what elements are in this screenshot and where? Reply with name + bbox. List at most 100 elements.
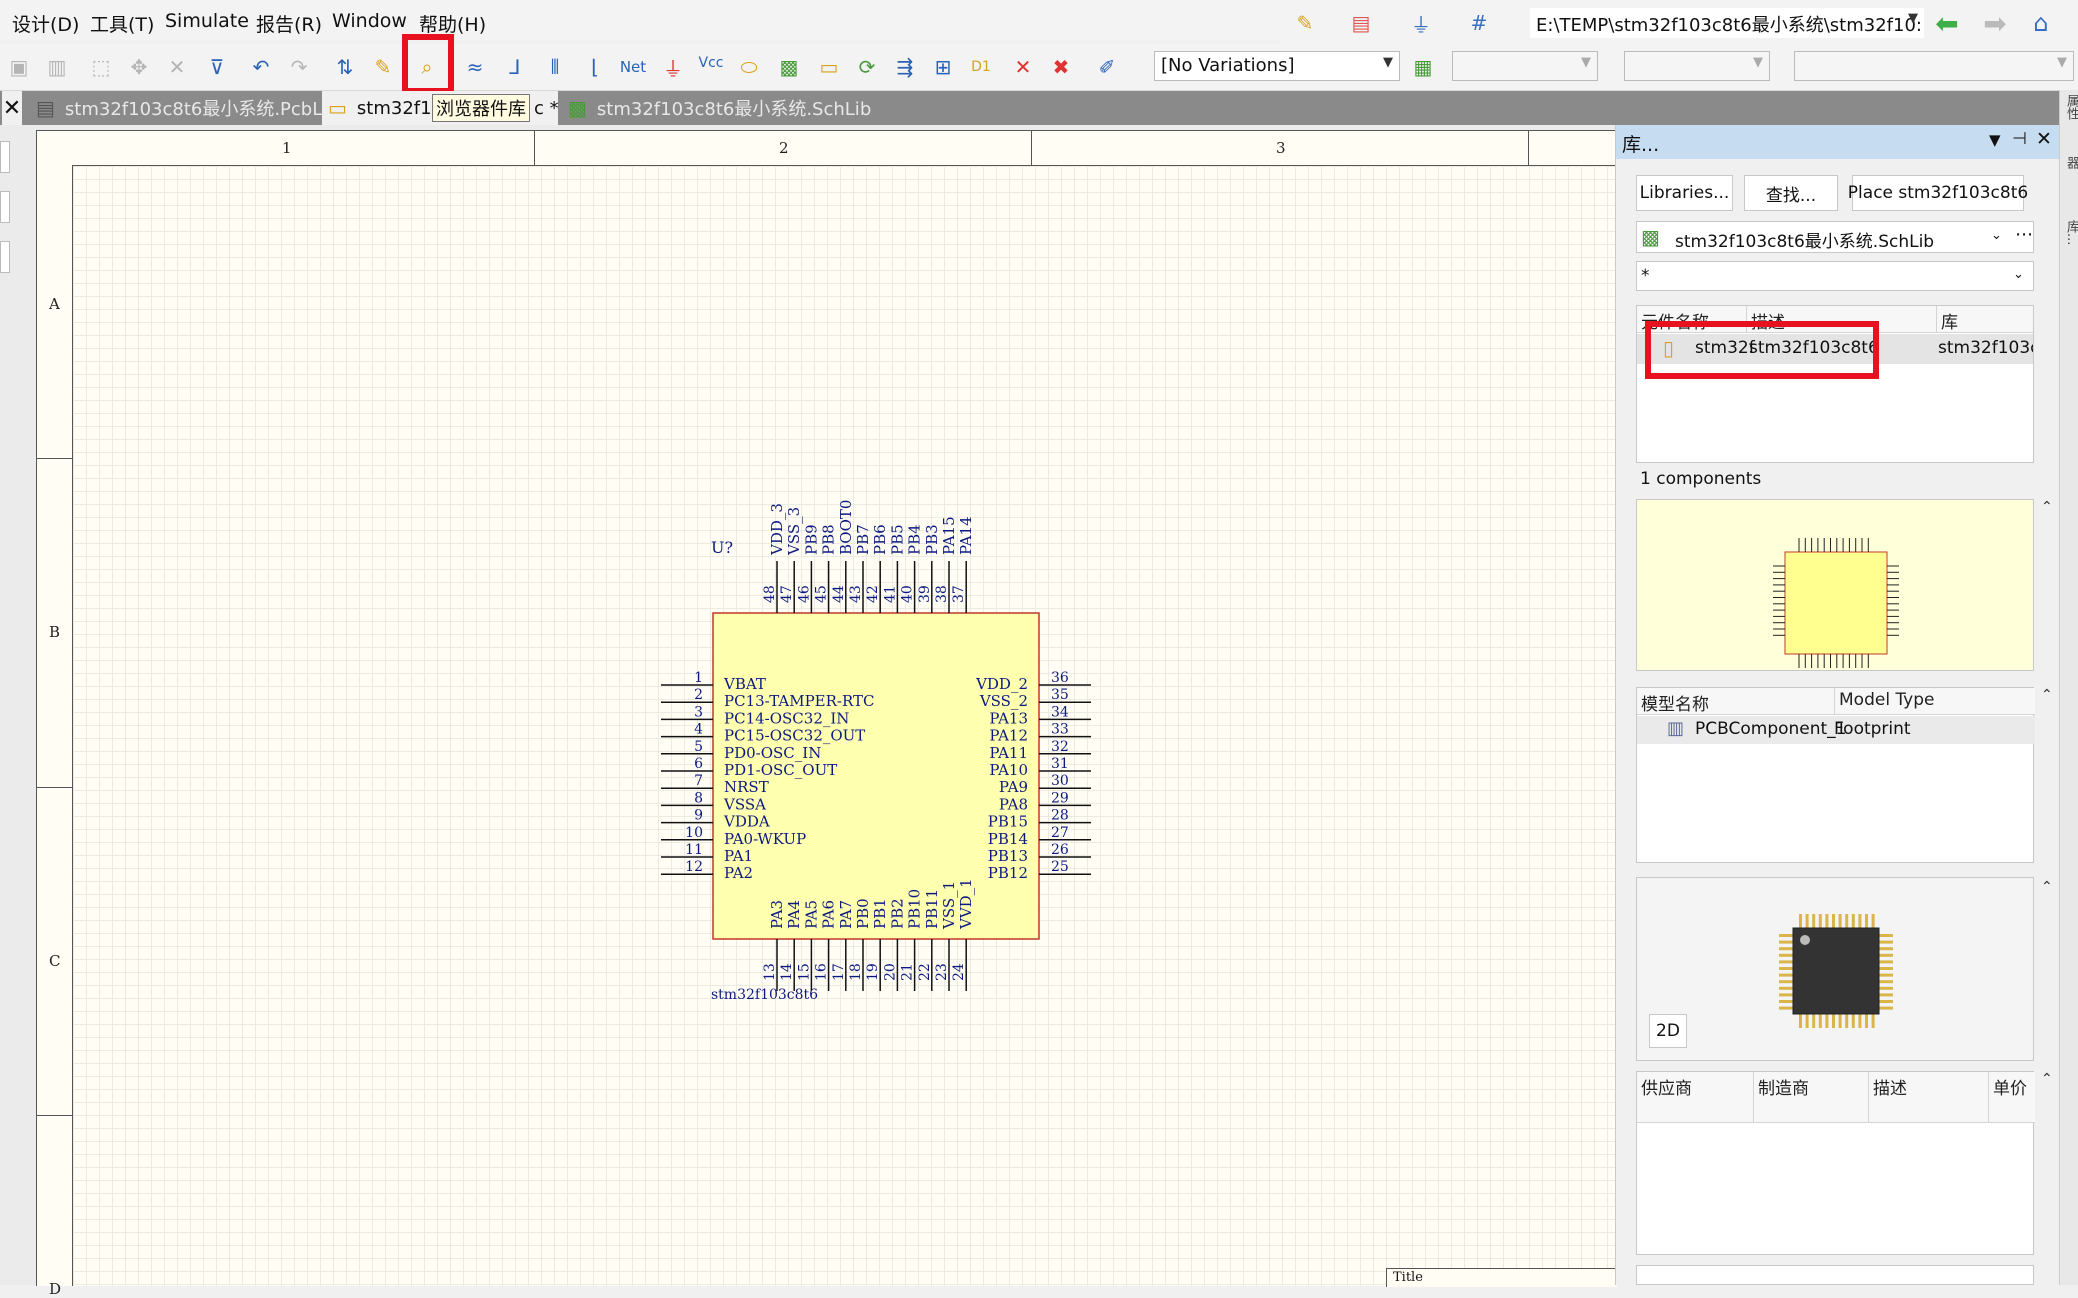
chip-lead — [1851, 1014, 1855, 1028]
vcc-port-icon[interactable]: Vcc — [694, 46, 728, 80]
menu-design[interactable]: 设计(D) — [12, 10, 79, 37]
col-supplier-desc[interactable]: 描述 — [1869, 1072, 1989, 1122]
close-panel-icon[interactable]: ✕ — [2036, 128, 2052, 150]
directive-icon[interactable]: D1 — [964, 50, 998, 84]
device-sheet-icon[interactable]: ⊞ — [926, 50, 960, 84]
drawing-pen-icon[interactable]: ✐ — [1090, 50, 1124, 84]
schematic-sheet[interactable]: 1 2 3 A B C D Title U? stm32f103c8t6 1 VBAT… — [36, 130, 1617, 1298]
col-unit-price[interactable]: 单价 — [1989, 1072, 2035, 1122]
cross-probe-icon[interactable]: ✎ — [366, 50, 400, 84]
sheet-entry-icon[interactable]: ⇶ — [888, 50, 922, 84]
col-manufacturer[interactable]: 制造商 — [1754, 1072, 1869, 1122]
left-tab-stub — [0, 191, 10, 223]
port-icon[interactable]: ⬭ — [732, 50, 766, 84]
pin-name: PA9 — [999, 778, 1028, 796]
col-supplier[interactable]: 供应商 — [1637, 1072, 1754, 1122]
pin-number: 42 — [865, 585, 881, 603]
gnd-port-icon[interactable]: ⏚ — [656, 50, 690, 84]
collapse-icon[interactable]: ⌃ — [2041, 879, 2053, 895]
forward-icon[interactable]: ➡ — [1978, 6, 2012, 40]
pin-number: 38 — [934, 585, 950, 603]
filter-select-2[interactable]: ▼ — [1624, 51, 1770, 81]
align-icon[interactable]: ▤ — [1344, 6, 1378, 40]
col-model-name[interactable]: 模型名称 — [1637, 688, 1835, 715]
clipboard-icon[interactable]: ▥ — [40, 50, 74, 84]
strip-tab-2[interactable]: 器 — [2062, 156, 2078, 169]
sheet-symbol-icon[interactable]: ▭ — [812, 50, 846, 84]
home-icon[interactable]: ⌂ — [2024, 6, 2058, 40]
pin-number: 37 — [951, 585, 967, 603]
menu-simulate[interactable]: Simulate — [165, 10, 249, 32]
chip-lead — [1879, 967, 1893, 970]
col-model-type[interactable]: Model Type — [1835, 688, 2035, 714]
pin-number: 10 — [685, 825, 703, 841]
wire-icon[interactable]: ≈ — [458, 50, 492, 84]
tab-pcblib[interactable]: ▤ stm32f103c8t6最小系统.PcbLib — [36, 91, 339, 125]
col-library[interactable]: 库 — [1937, 306, 2033, 333]
pin-name: PB8 — [820, 524, 838, 555]
libraries-button[interactable]: Libraries... — [1636, 175, 1733, 211]
pin-name: PA8 — [999, 795, 1028, 813]
close-icon[interactable]: ✕ — [2, 91, 22, 125]
pen-chart-icon[interactable]: ✎ — [1288, 6, 1322, 40]
redo-icon[interactable]: ↷ — [282, 50, 316, 84]
footprint-icon: ▥ — [1667, 718, 1685, 739]
cross-select-icon[interactable]: ✕ — [160, 50, 194, 84]
ground-icon[interactable]: ⏚ — [1404, 6, 1438, 40]
variations-text: [No Variations] — [1161, 55, 1295, 76]
harness-icon[interactable]: ⫴ — [538, 50, 572, 84]
menu-reports[interactable]: 报告(R) — [256, 10, 322, 37]
panel-menu-icon[interactable]: ▼ — [1989, 131, 2001, 149]
pin-name: VBAT — [723, 675, 766, 693]
search-button[interactable]: 查找... — [1744, 175, 1838, 211]
chip-lead — [1825, 1014, 1829, 1028]
menu-window[interactable]: Window — [332, 10, 407, 32]
refresh-icon[interactable]: ⟳ — [850, 50, 884, 84]
select-rect-icon[interactable]: ⬚ — [84, 50, 118, 84]
filter-select-1[interactable]: ▼ — [1452, 51, 1598, 81]
paste-icon[interactable]: ▣ — [2, 50, 36, 84]
back-icon[interactable]: ⬅ — [1930, 6, 1964, 40]
more-icon[interactable]: ⋯ — [2015, 224, 2033, 245]
component-symbol[interactable]: U? stm32f103c8t6 1 VBAT 2 PC13-TAMPER-RTC 3 PC1… — [37, 131, 1616, 1286]
up-down-icon[interactable]: ⇅ — [328, 50, 362, 84]
collapse-icon[interactable]: ⌃ — [2041, 687, 2053, 703]
filter-input[interactable]: * ⌄ — [1636, 261, 2034, 291]
collapse-icon[interactable]: ⌃ — [2041, 1071, 2053, 1087]
pin-name: VVD_1 — [957, 878, 975, 930]
collapse-icon[interactable]: ⌃ — [2041, 499, 2053, 515]
pin-name: PB10 — [906, 889, 924, 929]
pin-number: 24 — [951, 963, 967, 981]
variations-select[interactable]: [No Variations] ▼ — [1154, 51, 1400, 81]
board-icon[interactable]: ▦ — [1406, 50, 1440, 84]
panel-bottom-box — [1636, 1265, 2034, 1285]
library-select[interactable]: ▩ stm32f103c8t6最小系统.SchLib ⌄ ⋯ — [1636, 221, 2034, 253]
menu-tools[interactable]: 工具(T) — [90, 10, 154, 37]
move-icon[interactable]: ✥ — [122, 50, 156, 84]
net-label-icon[interactable]: Net — [616, 50, 650, 84]
bus-entry-icon[interactable]: ⌊ — [578, 50, 612, 84]
no-erc-multi-icon[interactable]: ✖ — [1044, 50, 1078, 84]
chip-lead — [1871, 914, 1875, 928]
filter-select-3[interactable]: ▼ — [1794, 51, 2074, 81]
tab-schlib[interactable]: ▩ stm32f103c8t6最小系统.SchLib — [568, 91, 871, 125]
model-row[interactable]: ▥ PCBComponent_1 Footprint — [1637, 716, 2035, 744]
no-erc-icon[interactable]: ✕ — [1006, 50, 1040, 84]
strip-tab-library[interactable]: 库... — [2062, 220, 2078, 245]
chip-lead — [1779, 934, 1793, 937]
undo-icon[interactable]: ↶ — [244, 50, 278, 84]
symbol-preview — [1636, 499, 2034, 671]
clear-filter-icon[interactable]: ⊽ — [200, 50, 234, 84]
menu-help[interactable]: 帮助(H) — [419, 10, 486, 37]
bus-icon[interactable]: ⅃ — [498, 50, 532, 84]
part-icon[interactable]: ▩ — [772, 50, 806, 84]
toggle-2d-button[interactable]: 2D — [1649, 1014, 1687, 1048]
pin-icon[interactable]: ⊣ — [2012, 129, 2027, 149]
supplier-list-header: 供应商 制造商 描述 单价 — [1637, 1072, 2035, 1123]
path-field[interactable]: E:\TEMP\stm32f103c8t6最小系统\stm32f10: ▼ — [1530, 8, 1924, 38]
pin-name: PB9 — [802, 524, 820, 555]
left-tab-stub — [0, 141, 10, 173]
strip-tab-properties[interactable]: 属性 — [2062, 94, 2078, 120]
place-button[interactable]: Place stm32f103c8t6 — [1848, 175, 2028, 211]
grid-icon[interactable]: # — [1462, 6, 1496, 40]
